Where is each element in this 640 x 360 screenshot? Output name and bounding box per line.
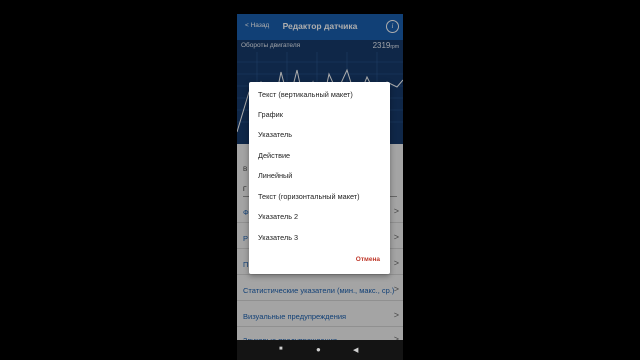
option-text-vertical[interactable]: Текст (вертикальный макет): [258, 90, 353, 99]
option-action[interactable]: Действие: [258, 151, 290, 160]
option-gauge-3[interactable]: Указатель 3: [258, 233, 298, 242]
back-nav-icon[interactable]: ◀: [353, 346, 358, 354]
option-text-horizontal[interactable]: Текст (горизонтальный макет): [258, 192, 360, 201]
display-type-dialog: Текст (вертикальный макет) График Указат…: [249, 82, 390, 274]
option-graph[interactable]: График: [258, 110, 283, 119]
recent-apps-icon[interactable]: ■: [279, 346, 283, 352]
cancel-button[interactable]: Отмена: [356, 256, 380, 263]
option-gauge-2[interactable]: Указатель 2: [258, 212, 298, 221]
phone-screen: < Назад Редактор датчика i Обороты двига…: [237, 14, 403, 360]
home-icon[interactable]: ●: [316, 345, 321, 354]
option-gauge[interactable]: Указатель: [258, 130, 292, 139]
option-linear[interactable]: Линейный: [258, 171, 292, 180]
system-nav-bar: ■ ● ◀: [237, 340, 403, 360]
